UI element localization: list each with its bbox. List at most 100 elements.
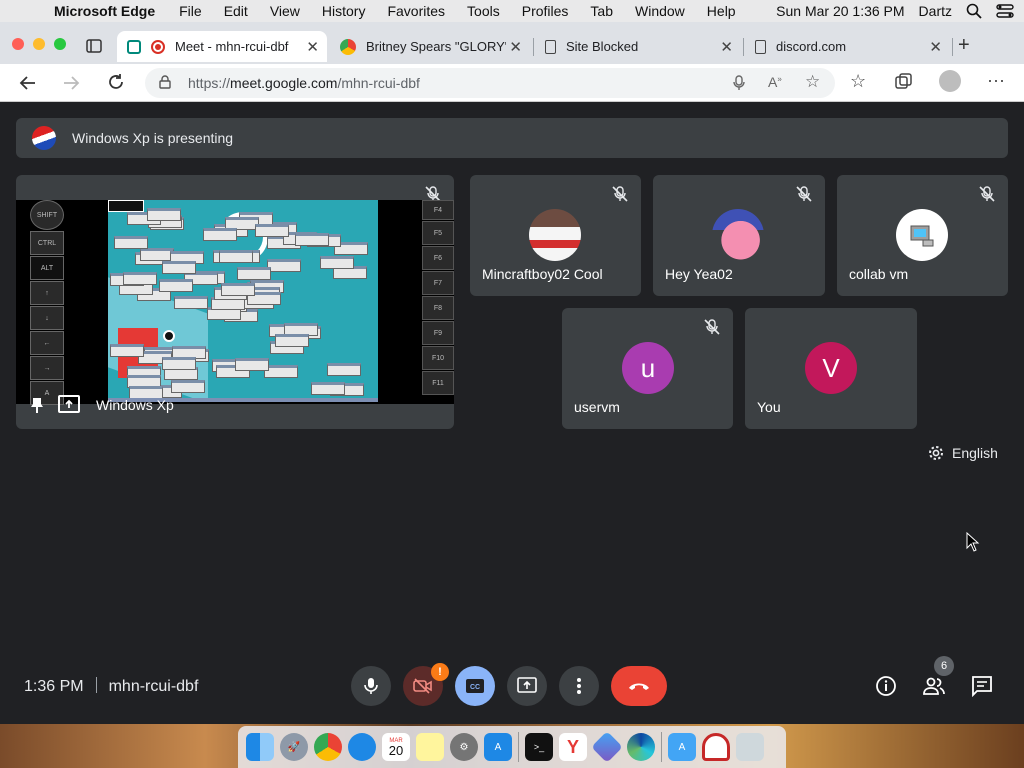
error-dialog-window — [159, 279, 193, 292]
shift-key: SHIFT — [30, 200, 64, 230]
muted-mic-icon — [979, 186, 995, 202]
pin-icon[interactable] — [30, 397, 44, 413]
menu-history[interactable]: History — [322, 3, 366, 19]
notes-icon[interactable] — [416, 733, 444, 761]
refresh-icon[interactable] — [107, 73, 125, 91]
meeting-details-button[interactable] — [874, 674, 898, 698]
close-tab-icon[interactable]: ✕ — [306, 38, 319, 56]
participant-tile[interactable]: u uservm — [562, 308, 733, 429]
participant-tile[interactable]: collab vm — [837, 175, 1008, 296]
leave-call-button[interactable] — [611, 666, 667, 706]
launchpad-icon[interactable]: 🚀 — [280, 733, 308, 761]
address-bar[interactable]: https://meet.google.com/mhn-rcui-dbf A» … — [145, 68, 835, 98]
microphone-icon[interactable] — [733, 75, 745, 91]
add-favorite-icon[interactable]: ☆ — [805, 72, 820, 92]
f8-key: F8 — [422, 296, 454, 320]
chat-button[interactable] — [970, 674, 994, 698]
screen-share-tile[interactable]: SHIFT CTRL ALT ↑ ↓ ← → A F4 F5 F6 F7 F8 … — [16, 175, 454, 429]
close-window-button[interactable] — [12, 38, 24, 50]
menu-view[interactable]: View — [270, 3, 300, 19]
left-key: ← — [30, 331, 64, 355]
read-aloud-icon[interactable]: A» — [768, 74, 782, 90]
menu-tab[interactable]: Tab — [590, 3, 613, 19]
back-arrow-icon[interactable] — [19, 74, 37, 92]
chrome-icon[interactable] — [314, 733, 342, 761]
menu-file[interactable]: File — [179, 3, 202, 19]
tab-britney[interactable]: Britney Spears "GLORY" ✕ — [330, 31, 530, 62]
error-dialog-window — [221, 283, 255, 296]
tab-title: Britney Spears "GLORY" — [366, 39, 506, 54]
macos-menu-bar: Microsoft Edge File Edit View History Fa… — [0, 0, 1024, 22]
self-tile[interactable]: V You — [745, 308, 917, 429]
tab-meet[interactable]: Meet - mhn-rcui-dbf ✕ — [117, 31, 327, 62]
document-favicon — [755, 39, 766, 54]
tab-separator — [952, 38, 953, 56]
close-tab-icon[interactable]: ✕ — [720, 38, 733, 56]
system-preferences-icon[interactable]: ⚙ — [450, 733, 478, 761]
participant-count-badge: 6 — [934, 656, 954, 676]
gear-icon — [929, 446, 943, 460]
trash-icon[interactable] — [736, 733, 764, 761]
url-text[interactable]: https://meet.google.com/mhn-rcui-dbf — [188, 75, 420, 91]
app-store-icon[interactable]: A — [484, 733, 512, 761]
alt-key: ALT — [30, 256, 64, 280]
f4-key: F4 — [422, 200, 454, 220]
caption-language-selector[interactable]: English — [928, 445, 998, 461]
finder-icon[interactable] — [246, 733, 274, 761]
control-center-icon[interactable] — [996, 4, 1014, 18]
terminal-icon[interactable]: >_ — [525, 733, 553, 761]
captions-button[interactable]: CC — [455, 666, 495, 706]
forward-arrow-icon[interactable] — [62, 74, 80, 92]
magnet-app-icon[interactable] — [702, 733, 730, 761]
new-tab-icon[interactable]: + — [958, 34, 970, 57]
menu-window[interactable]: Window — [635, 3, 685, 19]
edge-icon[interactable] — [627, 733, 655, 761]
computer-avatar-icon — [896, 209, 948, 261]
clock[interactable]: Sun Mar 20 1:36 PM — [776, 3, 904, 19]
participant-tile[interactable]: Hey Yea02 — [653, 175, 825, 296]
f9-key: F9 — [422, 321, 454, 345]
app-name-menu[interactable]: Microsoft Edge — [54, 3, 155, 19]
zoom-window-button[interactable] — [54, 38, 66, 50]
tab-site-blocked[interactable]: Site Blocked ✕ — [535, 31, 741, 62]
menu-favorites[interactable]: Favorites — [387, 3, 445, 19]
macos-dock: 🚀 MAR 20 ⚙ A >_ Y A — [238, 726, 786, 768]
close-tab-icon[interactable]: ✕ — [509, 38, 522, 56]
error-dialog-window — [174, 296, 208, 309]
menu-edit[interactable]: Edit — [224, 3, 248, 19]
menu-profiles[interactable]: Profiles — [522, 3, 569, 19]
microphone-button[interactable] — [351, 666, 391, 706]
close-tab-icon[interactable]: ✕ — [929, 38, 942, 56]
menu-help[interactable]: Help — [707, 3, 736, 19]
safari-icon[interactable] — [348, 733, 376, 761]
people-button[interactable] — [922, 674, 946, 698]
favorites-icon[interactable]: ☆ — [850, 71, 866, 92]
error-dialog-window — [219, 250, 253, 263]
error-dialog-window — [114, 236, 148, 249]
vm-app-icon[interactable] — [591, 731, 623, 763]
error-dialog-window — [110, 344, 144, 357]
muted-mic-icon — [796, 186, 812, 202]
down-key: ↓ — [30, 306, 64, 330]
more-options-button[interactable] — [559, 666, 599, 706]
tab-discord[interactable]: discord.com ✕ — [745, 31, 950, 62]
avatar-initial: u — [640, 352, 656, 383]
menu-tools[interactable]: Tools — [467, 3, 500, 19]
present-now-button[interactable] — [507, 666, 547, 706]
right-key: → — [30, 356, 64, 380]
spotlight-search-icon[interactable] — [966, 3, 982, 19]
user-name[interactable]: Dartz — [919, 3, 952, 19]
error-dialog-window — [123, 272, 157, 285]
lock-icon[interactable] — [159, 75, 171, 89]
camera-warning-badge[interactable]: ! — [431, 663, 449, 681]
tab-actions-icon[interactable] — [86, 39, 102, 53]
profile-avatar[interactable] — [939, 70, 961, 92]
calendar-icon[interactable]: MAR 20 — [382, 733, 410, 761]
collections-icon[interactable] — [895, 73, 913, 91]
menu-extras: Sun Mar 20 1:36 PM Dartz — [776, 0, 1014, 22]
yandex-browser-icon[interactable]: Y — [559, 733, 587, 761]
minimize-window-button[interactable] — [33, 38, 45, 50]
app-store-downloads-icon[interactable]: A — [668, 733, 696, 761]
more-options-icon[interactable]: ··· — [987, 70, 1005, 91]
participant-tile[interactable]: Mincraftboy02 Cool — [470, 175, 641, 296]
